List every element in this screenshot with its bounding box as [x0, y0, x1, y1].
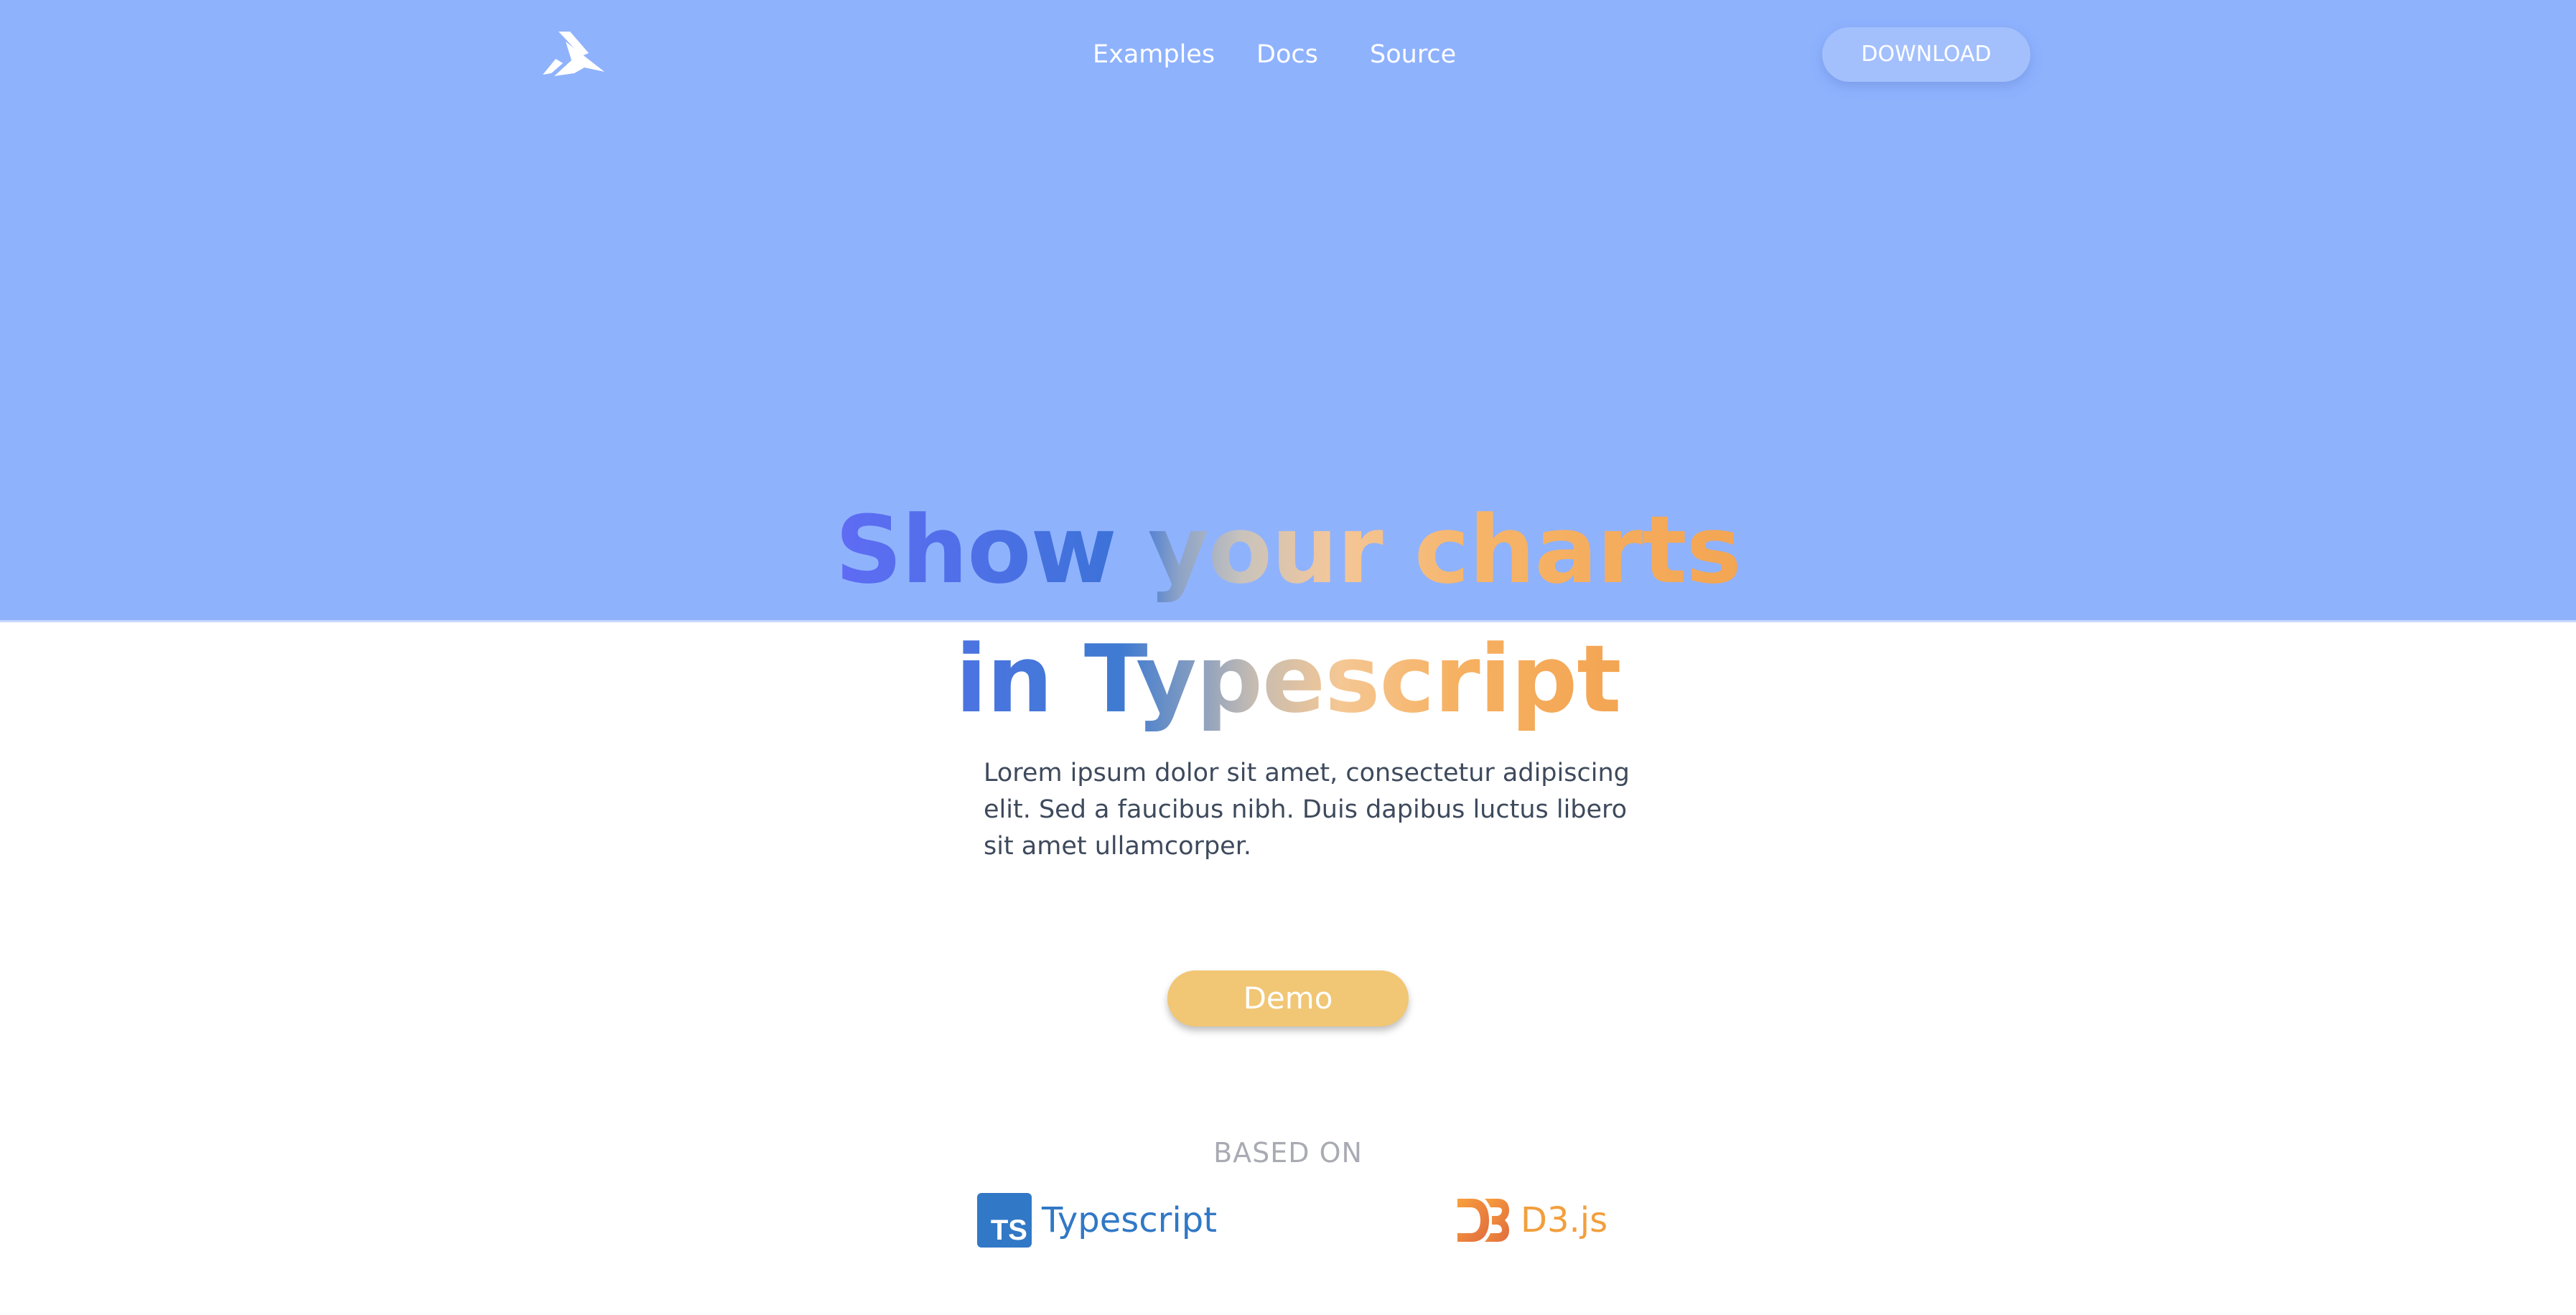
- tech-d3[interactable]: D3.js: [1456, 1192, 1607, 1249]
- hero-lead-text: Lorem ipsum dolor sit amet, consectetur …: [984, 759, 1630, 861]
- d3-icon: [1457, 1199, 1509, 1242]
- based-on-heading: BASED ON: [1213, 1137, 1363, 1169]
- nav-link-examples[interactable]: Examples: [1093, 37, 1215, 72]
- demo-button[interactable]: Demo: [1167, 970, 1409, 1026]
- tech-label-d3: D3.js: [1521, 1200, 1608, 1240]
- hero-headline-line-2: in Typescript: [0, 622, 2576, 736]
- tech-typescript[interactable]: TS Typescript: [977, 1192, 1217, 1249]
- typescript-icon: TS: [977, 1193, 1032, 1248]
- nav-link-source[interactable]: Source: [1370, 37, 1456, 72]
- hero-headline-line-2-text: in Typescript: [956, 622, 1622, 736]
- hero-headline-line-1-text: Show your charts: [835, 492, 1742, 607]
- logo-icon[interactable]: [541, 32, 609, 76]
- typescript-icon-text: TS: [990, 1215, 1027, 1246]
- tech-label-typescript: Typescript: [1042, 1200, 1218, 1240]
- hero-headline-line-1: Show your charts: [0, 492, 2576, 607]
- nav-link-docs[interactable]: Docs: [1256, 37, 1318, 72]
- download-button[interactable]: DOWNLOAD: [1822, 27, 2030, 82]
